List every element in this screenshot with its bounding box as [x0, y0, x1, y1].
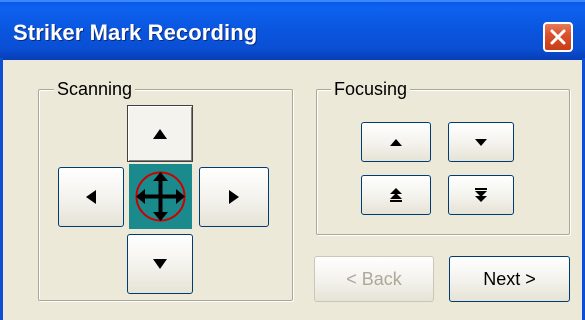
- scan-right-button[interactable]: [199, 167, 269, 227]
- focus-up-button[interactable]: [361, 122, 431, 162]
- focus-up-fast-button[interactable]: [361, 175, 431, 215]
- scanning-group-label: Scanning: [54, 79, 136, 99]
- scan-up-button[interactable]: [127, 105, 193, 162]
- scan-center-pad[interactable]: [129, 164, 192, 229]
- focusing-group-label: Focusing: [331, 79, 411, 99]
- close-icon: [550, 29, 566, 45]
- scan-left-button[interactable]: [58, 167, 124, 227]
- back-button-label: < Back: [346, 268, 402, 289]
- scan-down-button[interactable]: [127, 234, 193, 294]
- arrow-down-small-icon: [475, 138, 487, 146]
- focusing-group: [316, 89, 570, 235]
- double-arrow-down-icon: [475, 188, 487, 202]
- title-bar[interactable]: Striker Mark Recording: [0, 0, 585, 60]
- double-arrow-up-icon: [390, 188, 402, 202]
- focus-down-fast-button[interactable]: [448, 175, 514, 215]
- arrow-right-icon: [229, 190, 239, 204]
- arrow-left-icon: [86, 190, 96, 204]
- window-title: Striker Mark Recording: [13, 20, 258, 45]
- next-button-label: Next >: [483, 268, 536, 289]
- move-crosshair-icon: [135, 171, 186, 222]
- close-button[interactable]: [543, 22, 573, 52]
- next-button[interactable]: Next >: [449, 256, 570, 302]
- arrow-down-icon: [153, 259, 167, 269]
- arrow-up-small-icon: [390, 138, 402, 146]
- dialog-window: Striker Mark Recording Scanning Focusing…: [0, 0, 585, 320]
- back-button[interactable]: < Back: [314, 256, 434, 302]
- arrow-up-icon: [153, 128, 167, 139]
- focus-down-button[interactable]: [448, 122, 514, 162]
